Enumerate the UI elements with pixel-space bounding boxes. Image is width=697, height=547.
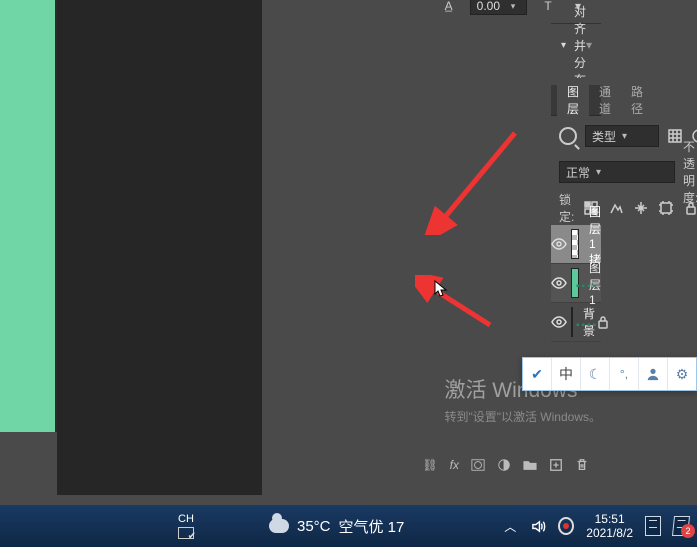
filter-type-label: 类型 xyxy=(592,128,616,145)
filter-type-select[interactable]: 类型 ▾ xyxy=(585,125,659,147)
accordion-menu-icon[interactable]: ▾ xyxy=(586,38,592,52)
adjustment-layer-icon[interactable] xyxy=(497,457,511,473)
caret-down-icon: ▾ xyxy=(622,131,627,142)
lock-all-icon[interactable] xyxy=(683,199,697,217)
windows-taskbar[interactable]: CH 35°C 空气优 17 ︿ 15:51 2021/8/2 2 xyxy=(0,505,697,547)
right-panels: A̲ 0.00 ▾ T ▾ ▾ 对齐并分布 ▾ 图层 通道 路径 类型 ▾ T xyxy=(262,0,697,495)
text-color-icon[interactable]: T xyxy=(539,0,557,15)
ime-check-icon[interactable]: ✔ xyxy=(523,358,551,390)
ime-punct-icon[interactable]: °, xyxy=(609,358,638,390)
lock-image-icon[interactable] xyxy=(608,199,624,217)
layer-thumbnail[interactable]: ▪▪▪▪ xyxy=(571,268,579,298)
new-layer-icon[interactable] xyxy=(549,457,563,473)
visibility-toggle[interactable] xyxy=(551,236,567,252)
layers-footer: ⛓ fx xyxy=(551,451,601,479)
notifications-icon[interactable]: 2 xyxy=(673,518,689,534)
time: 15:51 xyxy=(586,512,633,526)
blend-opacity-row: 正常 ▾ 不透明度: 100% ▴▾ xyxy=(551,157,601,187)
mouse-cursor xyxy=(434,280,448,298)
tab-paths[interactable]: 路径 xyxy=(621,78,653,122)
air-quality: 空气优 17 xyxy=(339,516,405,537)
ime-toolbar[interactable]: ✔ 中 ☾ °, ⚙ xyxy=(522,357,697,391)
lock-artboard-icon[interactable] xyxy=(658,199,674,217)
ime-language[interactable]: 中 xyxy=(551,358,580,390)
visibility-toggle[interactable] xyxy=(551,314,567,330)
opacity-label: 不透明度: xyxy=(683,138,697,206)
chevron-down-icon: ▾ xyxy=(561,40,566,51)
lock-position-icon[interactable] xyxy=(633,199,649,217)
ime-settings-icon[interactable]: ⚙ xyxy=(667,358,696,390)
blend-mode-value: 正常 xyxy=(566,164,590,181)
layer-thumbnail[interactable]: ▪▪▪▪ xyxy=(571,307,573,337)
cloud-icon xyxy=(269,519,289,533)
baseline-shift-input[interactable]: 0.00 ▾ xyxy=(470,0,527,15)
volume-icon[interactable] xyxy=(530,518,546,534)
filter-pixel-icon[interactable] xyxy=(667,127,683,145)
layer-filter-row: 类型 ▾ T xyxy=(551,121,601,151)
ime-ch-label: CH xyxy=(178,513,194,525)
link-layers-icon[interactable]: ⛓ xyxy=(422,457,437,473)
action-center-icon[interactable] xyxy=(645,518,661,534)
blend-mode-select[interactable]: 正常 ▾ xyxy=(559,161,675,183)
record-icon[interactable] xyxy=(558,518,574,534)
layer-row-background[interactable]: ▪▪▪▪ 背景 xyxy=(551,303,601,342)
system-tray: ︿ 15:51 2021/8/2 2 xyxy=(502,512,689,540)
temperature: 35°C xyxy=(297,518,331,535)
character-panel-row: A̲ 0.00 ▾ T ▾ xyxy=(262,0,697,12)
ime-moon-icon[interactable]: ☾ xyxy=(580,358,609,390)
notification-badge: 2 xyxy=(681,524,695,538)
tab-layers[interactable]: 图层 xyxy=(557,78,589,122)
tray-overflow-icon[interactable]: ︿ xyxy=(502,518,518,534)
caret-down-icon: ▾ xyxy=(596,167,601,178)
clock[interactable]: 15:51 2021/8/2 xyxy=(586,512,633,540)
date: 2021/8/2 xyxy=(586,526,633,540)
activation-subtitle: 转到"设置"以激活 Windows。 xyxy=(444,408,601,425)
search-icon xyxy=(559,127,577,145)
workspace-background xyxy=(57,0,262,495)
layer-list: 图层 1 拷贝 ▪▪▪▪ 图层 1 ▪▪▪▪ 背景 xyxy=(551,225,601,342)
new-group-icon[interactable] xyxy=(523,457,537,473)
baseline-value: 0.00 xyxy=(477,0,500,13)
tab-channels[interactable]: 通道 xyxy=(589,78,621,122)
visibility-toggle[interactable] xyxy=(551,275,567,291)
stepper-icon: ▾ xyxy=(506,1,520,12)
ime-user-icon[interactable] xyxy=(638,358,667,390)
canvas-area[interactable] xyxy=(0,0,57,432)
layer-row-1[interactable]: ▪▪▪▪ 图层 1 xyxy=(551,264,601,303)
ime-box-icon xyxy=(178,527,194,539)
align-distribute-accordion[interactable]: ▾ 对齐并分布 ▾ xyxy=(551,30,601,60)
panel-tabs: 图层 通道 路径 xyxy=(551,85,601,116)
ime-indicator[interactable]: CH xyxy=(178,513,194,539)
delete-layer-icon[interactable] xyxy=(575,457,589,473)
lock-label: 锁定: xyxy=(559,191,574,225)
layer-mask-icon[interactable] xyxy=(471,457,485,473)
weather-widget[interactable]: 35°C 空气优 17 xyxy=(269,516,404,537)
layer-thumbnail[interactable] xyxy=(571,229,579,259)
accordion-title: 对齐并分布 xyxy=(574,3,586,88)
layer-fx-icon[interactable]: fx xyxy=(450,457,459,473)
align-baseline-icon: A̲ xyxy=(440,0,458,15)
